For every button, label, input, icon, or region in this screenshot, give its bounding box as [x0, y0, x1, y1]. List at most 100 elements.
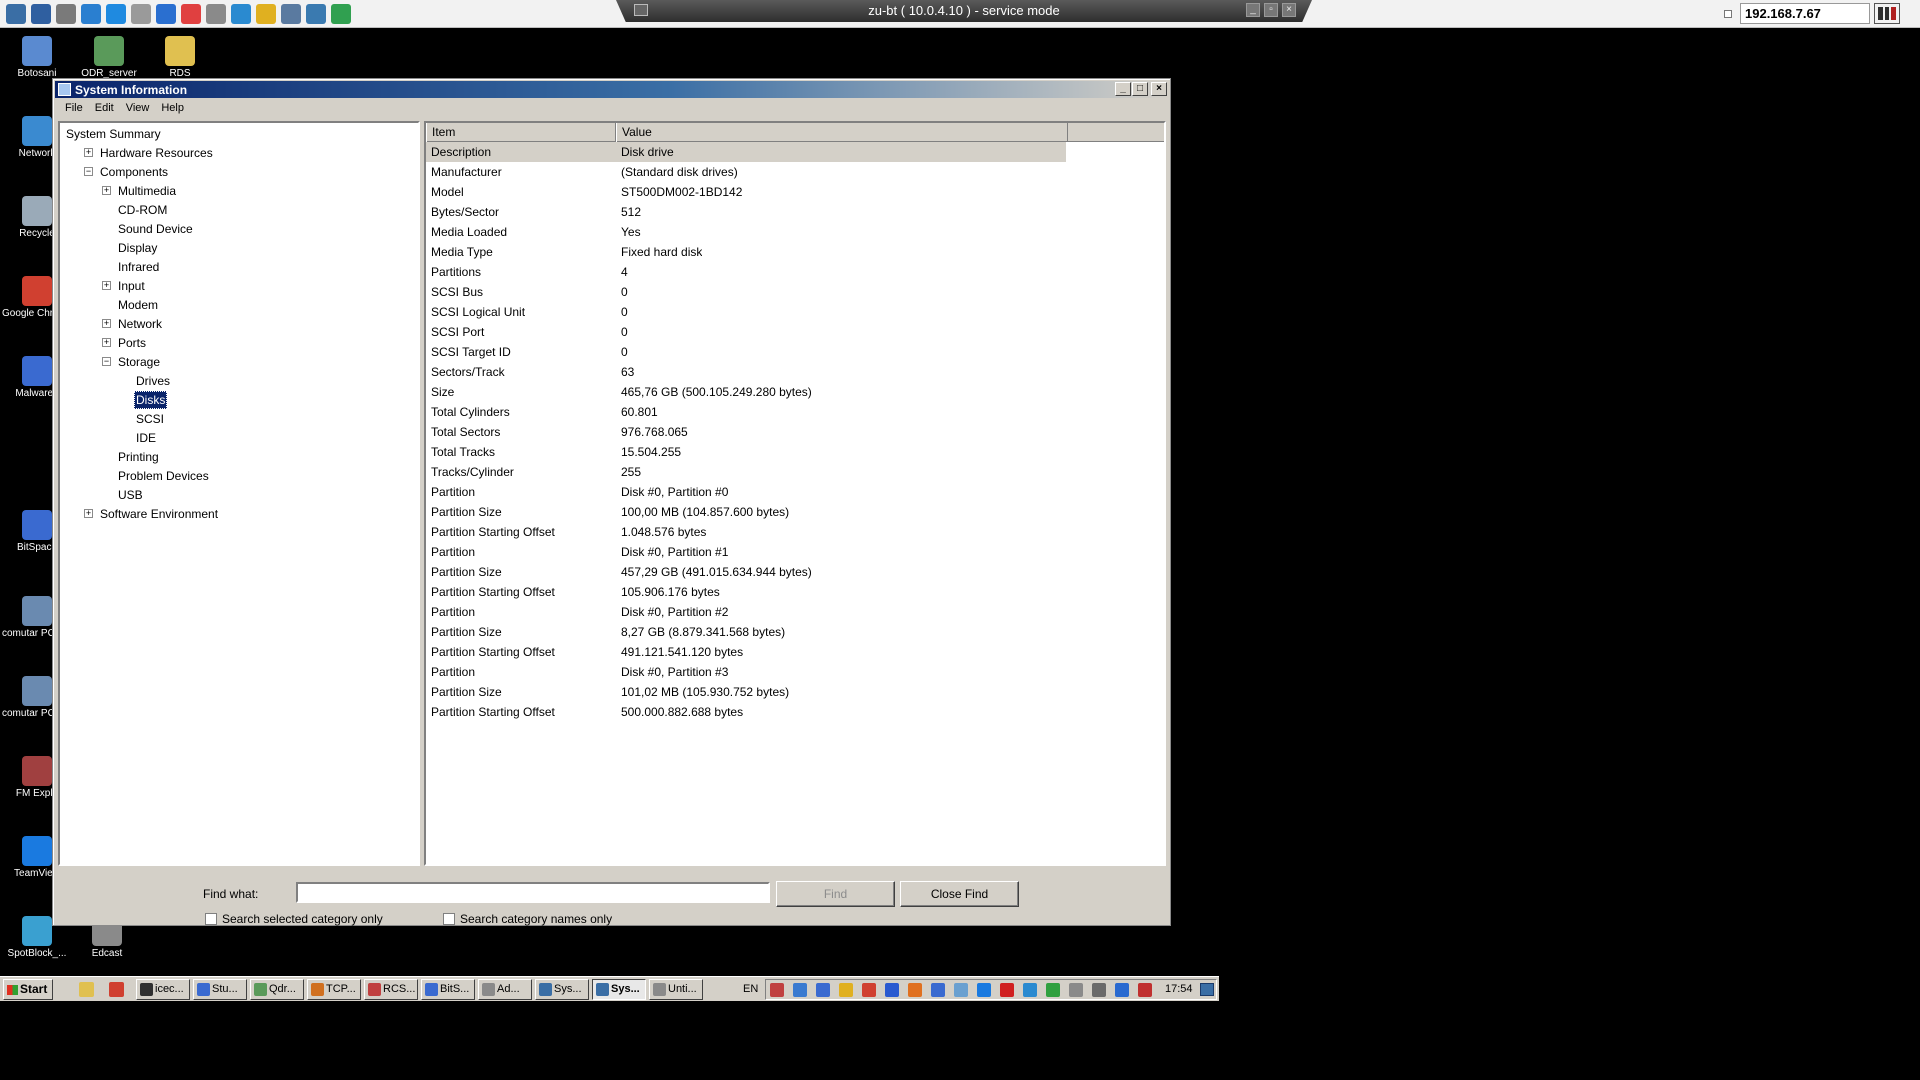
- tray-teamviewer-icon[interactable]: [977, 983, 991, 997]
- tray-user-icon[interactable]: [816, 983, 830, 997]
- collapse-icon[interactable]: −: [102, 357, 111, 366]
- tray-drive-icon[interactable]: [839, 983, 853, 997]
- show-desktop-icon[interactable]: [1200, 983, 1214, 996]
- monitor-icon[interactable]: [231, 4, 251, 24]
- collapse-icon[interactable]: −: [84, 167, 93, 176]
- table-row[interactable]: Total Sectors 976.768.065: [426, 422, 1164, 442]
- table-row[interactable]: Partition Size 457,29 GB (491.015.634.944…: [426, 562, 1164, 582]
- tray-network-icon[interactable]: [793, 983, 807, 997]
- table-row[interactable]: Partitions 4: [426, 262, 1164, 282]
- table-row[interactable]: SCSI Port 0: [426, 322, 1164, 342]
- menu-edit[interactable]: Edit: [89, 100, 120, 118]
- chrome-icon[interactable]: [109, 982, 124, 997]
- table-row[interactable]: Size 465,76 GB (500.105.249.280 bytes): [426, 382, 1164, 402]
- table-row[interactable]: Model ST500DM002-1BD142: [426, 182, 1164, 202]
- tray-sync-icon[interactable]: [770, 983, 784, 997]
- search-category-names-checkbox[interactable]: [443, 913, 455, 925]
- document-icon[interactable]: [131, 4, 151, 24]
- column-header-item[interactable]: Item: [426, 123, 616, 142]
- column-header-value[interactable]: Value: [616, 123, 1068, 142]
- tray-messenger-icon[interactable]: [1023, 983, 1037, 997]
- table-row[interactable]: Partition Starting Offset 105.906.176 byt…: [426, 582, 1164, 602]
- window-title-bar[interactable]: System Information _ □ ×: [55, 81, 1168, 98]
- table-row[interactable]: SCSI Target ID 0: [426, 342, 1164, 362]
- table-row[interactable]: Partition Disk #0, Partition #3: [426, 662, 1164, 682]
- expand-icon[interactable]: +: [102, 186, 111, 195]
- clipboard-icon[interactable]: [206, 4, 226, 24]
- table-row[interactable]: SCSI Bus 0: [426, 282, 1164, 302]
- taskbar-button[interactable]: Qdr...: [250, 979, 304, 1000]
- table-row[interactable]: Manufacturer (Standard disk drives): [426, 162, 1164, 182]
- session-restore-icon[interactable]: ▫: [1264, 3, 1278, 17]
- session-minimize-icon[interactable]: _: [1246, 3, 1260, 17]
- desktop-icon[interactable]: ODR_server: [74, 36, 144, 79]
- table-row[interactable]: Sectors/Track 63: [426, 362, 1164, 382]
- table-row[interactable]: Partition Size 101,02 MB (105.930.752 byt…: [426, 682, 1164, 702]
- table-row[interactable]: Tracks/Cylinder 255: [426, 462, 1164, 482]
- taskbar-button[interactable]: Sys...: [535, 979, 589, 1000]
- expand-icon[interactable]: +: [102, 319, 111, 328]
- tray-security-icon[interactable]: [1138, 983, 1152, 997]
- taskbar-button[interactable]: BitS...: [421, 979, 475, 1000]
- taskbar-button[interactable]: icec...: [136, 979, 190, 1000]
- tray-tool-icon[interactable]: [1115, 983, 1129, 997]
- menu-view[interactable]: View: [120, 100, 156, 118]
- expand-icon[interactable]: +: [84, 148, 93, 157]
- tray-app-icon[interactable]: [908, 983, 922, 997]
- menu-file[interactable]: File: [59, 100, 89, 118]
- language-indicator[interactable]: EN: [743, 983, 758, 995]
- table-row[interactable]: Total Tracks 15.504.255: [426, 442, 1164, 462]
- gear-icon[interactable]: [56, 4, 76, 24]
- table-row[interactable]: Partition Size 8,27 GB (8.879.341.568 byt…: [426, 622, 1164, 642]
- taskbar-button[interactable]: Sys...: [592, 979, 646, 1000]
- screenshot-icon[interactable]: [281, 4, 301, 24]
- tray-media-icon[interactable]: [1000, 983, 1014, 997]
- windows-logo-icon[interactable]: [106, 4, 126, 24]
- details-list[interactable]: Item Value Description Disk drive Manufact…: [424, 121, 1166, 866]
- find-button[interactable]: Find: [776, 881, 895, 907]
- session-close-icon[interactable]: ×: [1282, 3, 1296, 17]
- start-button[interactable]: Start: [3, 979, 53, 1000]
- close-circle-icon[interactable]: [181, 4, 201, 24]
- notes-icon[interactable]: [256, 4, 276, 24]
- minimize-button[interactable]: _: [1115, 82, 1131, 96]
- remote-ip-field[interactable]: 192.168.7.67: [1740, 3, 1870, 24]
- table-row[interactable]: Partition Starting Offset 491.121.541.120…: [426, 642, 1164, 662]
- desktop-icon[interactable]: RDS: [145, 36, 215, 79]
- expand-icon[interactable]: +: [102, 338, 111, 347]
- table-row[interactable]: Partition Starting Offset 500.000.882.688…: [426, 702, 1164, 722]
- table-row[interactable]: Partition Disk #0, Partition #1: [426, 542, 1164, 562]
- table-row[interactable]: Partition Starting Offset 1.048.576 bytes: [426, 522, 1164, 542]
- taskbar-button[interactable]: Unti...: [649, 979, 703, 1000]
- find-input[interactable]: [296, 882, 770, 903]
- tray-clipboard-icon[interactable]: [954, 983, 968, 997]
- table-row[interactable]: Media Type Fixed hard disk: [426, 242, 1164, 262]
- tray-malwarebytes-icon[interactable]: [885, 983, 899, 997]
- settings-cogs-icon[interactable]: [6, 4, 26, 24]
- expand-icon[interactable]: +: [102, 281, 111, 290]
- taskbar-button[interactable]: Stu...: [193, 979, 247, 1000]
- refresh-icon[interactable]: [81, 4, 101, 24]
- taskbar-button[interactable]: RCS...: [364, 979, 418, 1000]
- close-find-button[interactable]: Close Find: [900, 881, 1019, 907]
- maximize-button[interactable]: □: [1132, 82, 1148, 96]
- remote-session-title-bar[interactable]: zu-bt ( 10.0.4.10 ) - service mode _ ▫ ×: [616, 0, 1312, 22]
- tray-remote-icon[interactable]: [931, 983, 945, 997]
- table-row[interactable]: Bytes/Sector 512: [426, 202, 1164, 222]
- desktop-icon[interactable]: Botosani: [2, 36, 72, 79]
- folder-icon[interactable]: [79, 982, 94, 997]
- table-row[interactable]: Description Disk drive: [426, 142, 1066, 162]
- table-row[interactable]: Partition Disk #0, Partition #2: [426, 602, 1164, 622]
- tray-printer-icon[interactable]: [1092, 983, 1106, 997]
- table-row[interactable]: Media Loaded Yes: [426, 222, 1164, 242]
- expand-icon[interactable]: +: [84, 509, 93, 518]
- taskbar-button[interactable]: Ad...: [478, 979, 532, 1000]
- clock[interactable]: 17:54: [1165, 983, 1193, 995]
- info-icon[interactable]: [156, 4, 176, 24]
- tray-volume-icon[interactable]: [1069, 983, 1083, 997]
- category-tree[interactable]: System Summary + Hardware Resources − Compon…: [58, 121, 420, 866]
- chat-icon[interactable]: [331, 4, 351, 24]
- close-button[interactable]: ×: [1151, 82, 1167, 96]
- menu-help[interactable]: Help: [155, 100, 190, 118]
- table-row[interactable]: Partition Size 100,00 MB (104.857.600 byt…: [426, 502, 1164, 522]
